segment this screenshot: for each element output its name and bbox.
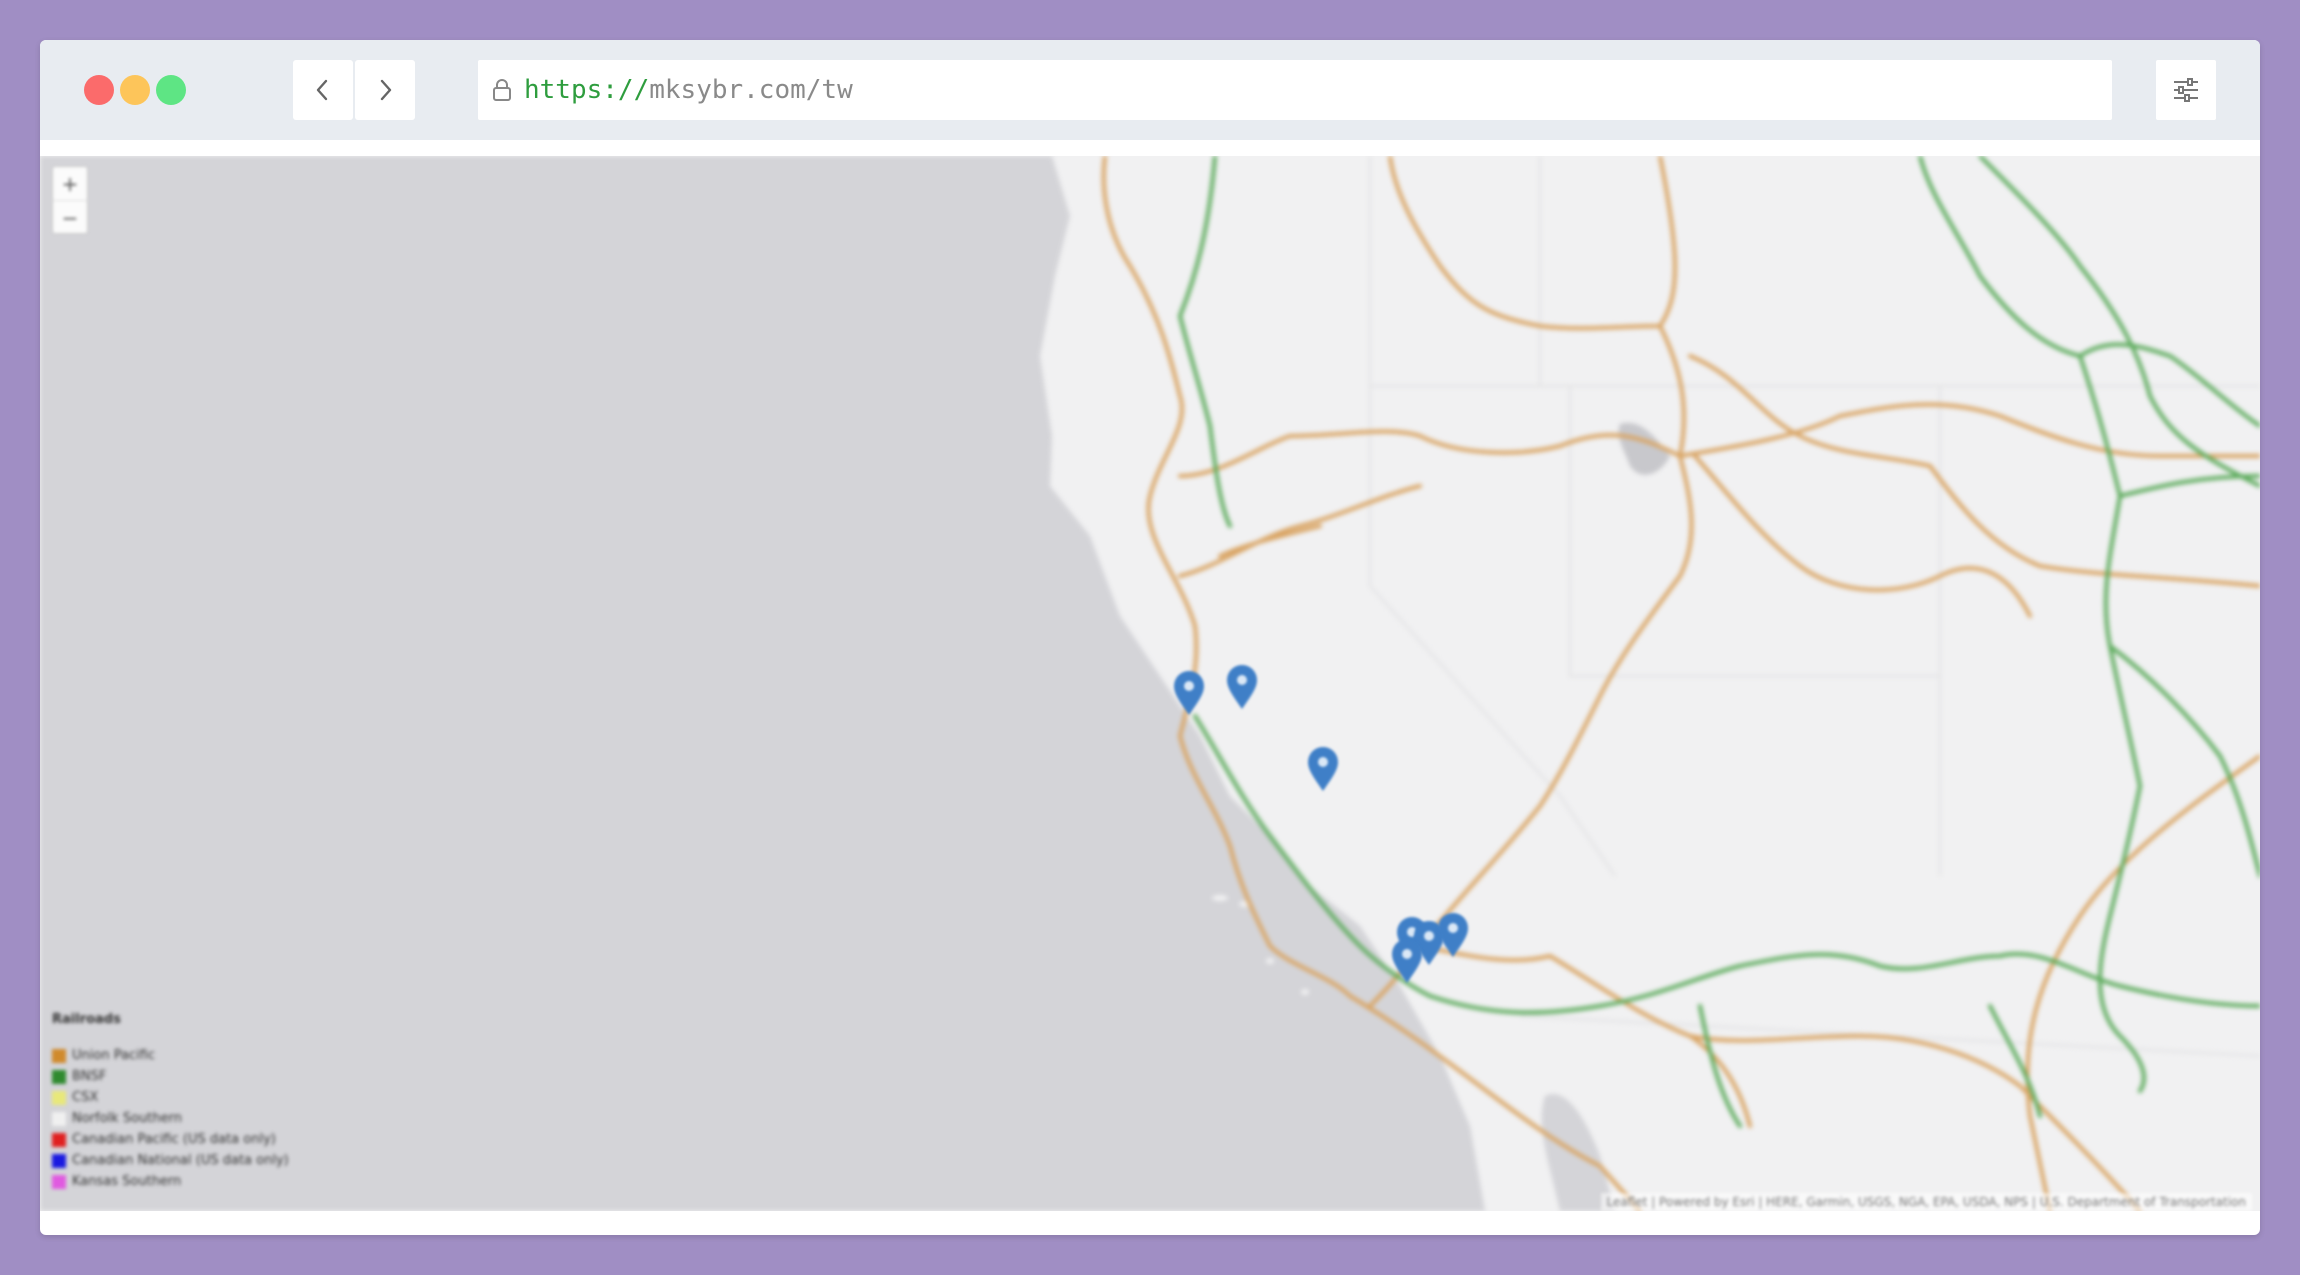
legend-label: Union Pacific [72, 1048, 156, 1063]
address-bar[interactable]: https://mksybr.com/tw [478, 60, 2112, 120]
legend-label: Kansas Southern [72, 1174, 182, 1189]
legend-swatch [52, 1090, 66, 1105]
legend-item: Union Pacific [52, 1045, 289, 1066]
chevron-left-icon [316, 79, 328, 101]
map-marker-san-luis-obispo[interactable] [1306, 746, 1340, 792]
back-button[interactable] [293, 60, 353, 120]
browser-toolbar: https://mksybr.com/tw [40, 40, 2260, 140]
legend-label: Canadian Pacific (US data only) [72, 1132, 276, 1147]
browser-window: https://mksybr.com/tw + − Railroads Unio… [40, 40, 2260, 1235]
maximize-window-button[interactable] [156, 75, 186, 105]
legend-item: BNSF [52, 1066, 289, 1087]
map-marker-los-angeles-4[interactable] [1436, 912, 1470, 958]
forward-button[interactable] [355, 60, 415, 120]
legend-swatch [52, 1048, 66, 1063]
legend-item: Kansas Southern [52, 1171, 289, 1192]
legend-item: CSX [52, 1087, 289, 1108]
close-window-button[interactable] [84, 75, 114, 105]
zoom-out-button[interactable]: − [53, 200, 87, 234]
zoom-in-button[interactable]: + [53, 167, 87, 200]
chevron-right-icon [380, 79, 392, 101]
sliders-icon [2174, 78, 2198, 102]
legend-swatch [52, 1069, 66, 1084]
url-scheme: https:// [524, 75, 650, 105]
settings-button[interactable] [2156, 60, 2216, 120]
minimize-window-button[interactable] [120, 75, 150, 105]
basemap [40, 156, 2260, 1211]
legend-label: BNSF [72, 1069, 107, 1084]
legend-title: Railroads [52, 1012, 121, 1027]
legend-label: CSX [72, 1090, 99, 1105]
map-pin-icon [1438, 913, 1468, 957]
map-marker-salinas[interactable] [1172, 670, 1206, 716]
legend-swatch [52, 1174, 66, 1189]
legend-label: Norfolk Southern [72, 1111, 182, 1126]
legend-item: Norfolk Southern [52, 1108, 289, 1129]
legend-item: Canadian National (US data only) [52, 1150, 289, 1171]
map-marker-los-angeles-3[interactable] [1390, 938, 1424, 984]
legend-swatch [52, 1153, 66, 1168]
map-attribution[interactable]: Leaflet | Powered by Esri | HERE, Garmin… [1600, 1193, 2252, 1211]
legend-swatch [52, 1132, 66, 1147]
legend-label: Canadian National (US data only) [72, 1153, 289, 1168]
map-pin-icon [1227, 665, 1257, 709]
legend-item: Canadian Pacific (US data only) [52, 1129, 289, 1150]
url-host: mksybr.com/tw [649, 75, 853, 105]
map-view[interactable]: + − Railroads Union Pacific BNSF CSX Nor… [40, 156, 2260, 1211]
map-marker-hollister[interactable] [1225, 664, 1259, 710]
map-pin-icon [1308, 747, 1338, 791]
map-pin-icon [1174, 671, 1204, 715]
zoom-control: + − [52, 166, 88, 234]
map-pin-icon [1392, 939, 1422, 983]
lock-icon [492, 78, 512, 102]
map-legend: Railroads Union Pacific BNSF CSX Norfolk… [52, 1012, 289, 1192]
legend-swatch [52, 1111, 66, 1126]
